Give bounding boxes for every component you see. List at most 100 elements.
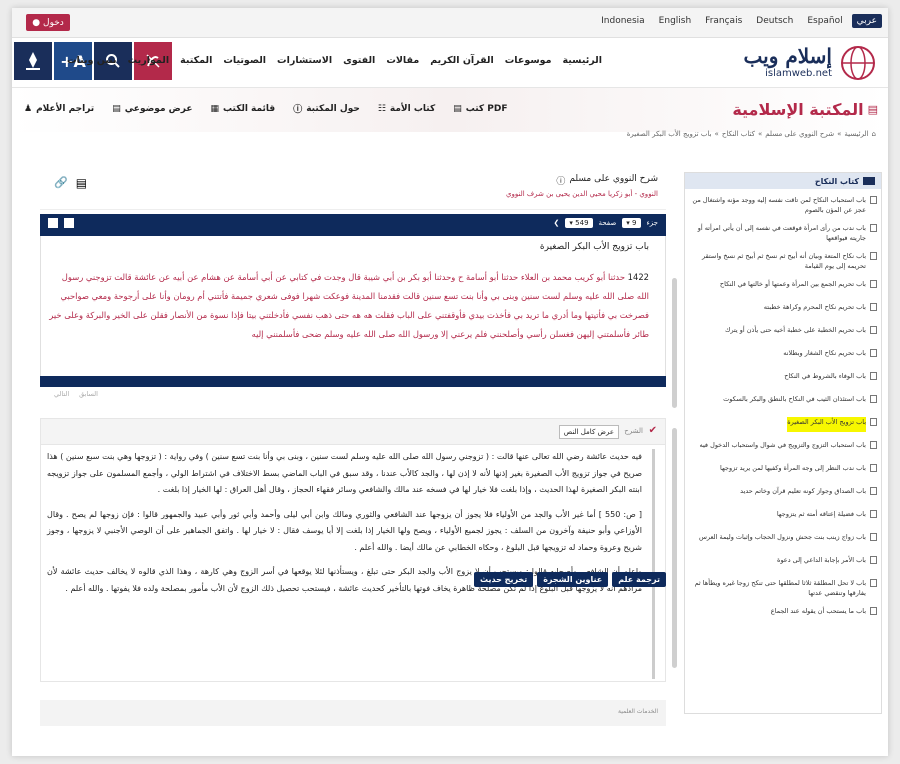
sidebar-item[interactable]: باب استحباب التزوج والتزويج في شوال واست… [689, 436, 877, 459]
tree-titles-button[interactable]: عناوين الشجرة [537, 572, 609, 587]
site-logo-icon[interactable] [14, 42, 52, 80]
sidebar-item[interactable]: باب تحريم الخطبة على خطبة أخيه حتى يأذن … [689, 321, 877, 344]
nav-home[interactable]: الرئيسية [563, 55, 602, 66]
hadith-takhrij-button[interactable]: تخريج حديث [474, 572, 534, 587]
nav-articles[interactable]: مقالات [386, 55, 419, 66]
main-nav: +A الرئيسية موسوعات القرآن الكريم مقالات… [12, 38, 888, 88]
link-icon[interactable]: 🔗 [54, 176, 68, 190]
action-buttons: ترجمة علم عناوين الشجرة تخريج حديث [40, 572, 666, 587]
nav-fatwa[interactable]: الفتوى [343, 55, 375, 66]
scholar-translation-button[interactable]: ترجمة علم [612, 572, 666, 587]
sidebar-item-label: باب نكاح المتعة وبيان أنه أبيح ثم نسخ ثم… [702, 252, 866, 270]
logo-arabic: إسلام ويب [743, 44, 832, 68]
part-value: 9 [632, 219, 637, 227]
sidebar-item[interactable]: باب الصداق وجواز كونه تعليم قرآن وخاتم ح… [689, 482, 877, 505]
sidebar-list: باب استحباب النكاح لمن تاقت نفسه إليه وو… [685, 189, 881, 714]
library-bar: المكتبة الإسلامية ▤ ♟ تراجم الأعلام ▤ عر… [12, 88, 888, 132]
sidebar-item[interactable]: باب ندب النظر إلى وجه المرأة وكفيها لمن … [689, 459, 877, 482]
breadcrumb-item[interactable]: كتاب النكاح [722, 130, 755, 138]
sidebar-item[interactable]: باب تحريم نكاح المحرم وكراهة خطبته [689, 298, 877, 321]
sidebar-item-label: باب زواج زينب بنت جحش ونزول الحجاب وإثبا… [699, 533, 866, 541]
breadcrumb-item[interactable]: شرح النووي على مسلم [765, 130, 834, 138]
sidebar-item[interactable]: باب الوفاء بالشروط في النكاح [689, 367, 877, 390]
sidebar-item[interactable]: باب زواج زينب بنت جحش ونزول الحجاب وإثبا… [689, 528, 877, 551]
lang-indonesia[interactable]: Indonesia [596, 14, 650, 28]
document-icon [870, 395, 877, 403]
nav-kids[interactable]: بنين وبنات [67, 55, 117, 66]
info-icon[interactable]: ⓘ [556, 174, 565, 187]
nav-inheritance[interactable]: المواريث [128, 55, 170, 66]
part-select[interactable]: 9 ▾ [622, 218, 641, 228]
sidebar-item[interactable]: باب نكاح المتعة وبيان أنه أبيح ثم نسخ ثم… [689, 247, 877, 275]
document-icon [870, 349, 877, 357]
page-controls: جزء 9 ▾ صفحة 549 ▾ ❯ [554, 218, 658, 228]
tool-ummah-label: كتاب الأمة [389, 103, 436, 114]
sidebar-header[interactable]: كتاب النكاح [685, 173, 881, 189]
commentary-tab-bar: ✔ الشرح عرض كامل النص [41, 419, 665, 445]
tool-pdf-books[interactable]: ▤ كتب PDF [453, 102, 507, 115]
sidebar-item-label: باب الصداق وجواز كونه تعليم قرآن وخاتم ح… [740, 487, 866, 495]
lang-spanish[interactable]: Español [802, 14, 847, 28]
sidebar-item-label: باب تحريم نكاح الشغار وبطلانه [783, 349, 866, 357]
sidebar-item[interactable]: باب تزويج الأب البكر الصغيرة [689, 413, 877, 436]
tool-book-list[interactable]: ▦ قائمة الكتب [211, 102, 276, 115]
tool-pdf-label: كتب PDF [465, 103, 508, 114]
document-icon [870, 326, 877, 334]
pager: التالي السابق [54, 390, 98, 398]
book-header: ⓘ شرح النووي على مسلم النووي - أبو زكريا… [40, 170, 666, 210]
tool-topical-view[interactable]: ▤ عرض موضوعي [112, 102, 192, 115]
logo-english: islamweb.net [765, 68, 832, 79]
nav-library[interactable]: المكتبة [180, 55, 212, 66]
lang-english[interactable]: English [654, 14, 697, 28]
share-icon[interactable] [64, 218, 74, 228]
library-tools: ♟ تراجم الأعلام ▤ عرض موضوعي ▦ قائمة الك… [24, 102, 508, 116]
scholarly-services: الخدمات العلمية [40, 700, 666, 726]
sidebar-item[interactable]: باب ندب من رأى امرأة فوقعت في نفسه إلى أ… [689, 219, 877, 247]
nav-quran[interactable]: القرآن الكريم [430, 55, 494, 66]
sidebar-item[interactable]: باب استحباب النكاح لمن تاقت نفسه إليه وو… [689, 191, 877, 219]
tool-about-library[interactable]: ⓘ حول المكتبة [293, 102, 360, 116]
sidebar-item[interactable]: باب فضيلة إعتاقه أمته ثم يتزوجها [689, 505, 877, 528]
sidebar-title: كتاب النكاح [814, 176, 859, 186]
nav-audio[interactable]: الصوتيات [223, 55, 266, 66]
breadcrumb-item[interactable]: باب تزويج الأب البكر الصغيرة [627, 130, 712, 138]
checkmark-icon[interactable]: ✔ [649, 425, 657, 436]
sidebar-item[interactable]: باب استئذان الثيب في النكاح بالنطق والبك… [689, 390, 877, 413]
sidebar-item-label: باب ندب النظر إلى وجه المرأة وكفيها لمن … [720, 464, 866, 472]
sidebar-item[interactable]: باب تحريم الجمع بين المرأة وعمتها أو خال… [689, 275, 877, 298]
sidebar-item-label: باب تحريم الخطبة على خطبة أخيه حتى يأذن … [724, 326, 866, 334]
top-bar: ● دخول Indonesia English Français Deutsc… [12, 8, 888, 38]
page-select[interactable]: 549 ▾ [565, 218, 593, 228]
book-list-icon: ▦ [210, 103, 220, 114]
nav-consultations[interactable]: الاستشارات [277, 55, 332, 66]
go-arrow-icon[interactable]: ❯ [554, 219, 560, 227]
hadith-scrollbar[interactable] [672, 278, 677, 408]
nav-encyclopedias[interactable]: موسوعات [505, 55, 552, 66]
tool-ummah-book[interactable]: ☷ كتاب الأمة [378, 102, 435, 115]
language-switcher: Indonesia English Français Deutsch Españ… [596, 14, 882, 28]
page-value: 549 [575, 219, 589, 227]
login-button[interactable]: ● دخول [26, 14, 70, 31]
sidebar-item[interactable]: باب ما يستحب أن يقوله عند الجماع [689, 602, 877, 625]
next-button[interactable]: التالي [54, 390, 69, 398]
lang-french[interactable]: Français [700, 14, 747, 28]
breadcrumb-item[interactable]: الرئيسية [844, 130, 868, 138]
book-author: النووي - أبو زكريا محيي الدين يحيى بن شر… [506, 190, 658, 198]
commentary-scrollbar[interactable] [672, 428, 677, 668]
sidebar-item[interactable]: باب تحريم نكاح الشغار وبطلانه [689, 344, 877, 367]
library-title[interactable]: المكتبة الإسلامية ▤ [732, 100, 878, 119]
lang-arabic[interactable]: عربي [851, 14, 882, 28]
open-book-icon[interactable]: ▤ [76, 176, 87, 190]
topics-icon: ▤ [112, 103, 121, 114]
sidebar-item[interactable]: باب لا تحل المطلقة ثلاثا لمطلقها حتى تنك… [689, 574, 877, 602]
sidebar-item-label: باب الوفاء بالشروط في النكاح [784, 372, 866, 380]
site-logo[interactable]: إسلام ويب islamweb.net [718, 42, 878, 84]
lang-german[interactable]: Deutsch [751, 14, 798, 28]
sidebar-item[interactable]: باب الأمر بإجابة الداعي إلى دعوة [689, 551, 877, 574]
prev-button[interactable]: السابق [79, 390, 98, 398]
tool-biographies[interactable]: ♟ تراجم الأعلام [24, 102, 94, 115]
show-full-text-button[interactable]: عرض كامل النص [558, 425, 619, 439]
fullscreen-icon[interactable] [48, 218, 58, 228]
sidebar-item-label: باب تزويج الأب البكر الصغيرة [787, 417, 866, 432]
book-title-text: شرح النووي على مسلم [569, 174, 658, 184]
